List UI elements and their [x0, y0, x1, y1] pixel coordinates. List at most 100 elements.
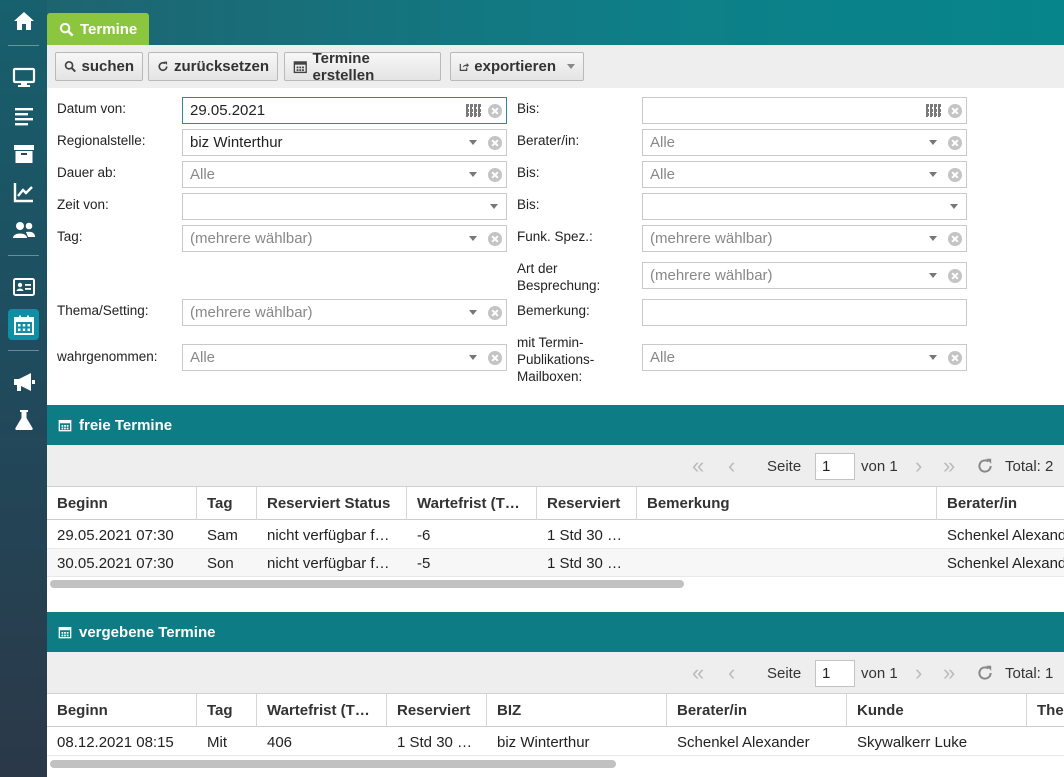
- duration-from-select[interactable]: Alle: [182, 161, 507, 188]
- free-appointments-header: freie Termine: [47, 405, 1064, 445]
- calendar-icon[interactable]: [8, 309, 39, 340]
- remark-input[interactable]: [642, 299, 967, 326]
- refresh-icon[interactable]: [976, 652, 994, 694]
- chart-line-icon[interactable]: [8, 176, 39, 207]
- cell-tag: Sam: [207, 526, 238, 544]
- col-bemerkung[interactable]: Bemerkung: [637, 487, 937, 520]
- clear-icon[interactable]: [948, 162, 962, 187]
- refresh-icon: [158, 61, 168, 72]
- horizontal-scrollbar[interactable]: [50, 760, 616, 768]
- clear-icon[interactable]: [948, 130, 962, 155]
- col-berater[interactable]: Berater/in: [937, 487, 1064, 520]
- sidebar: [0, 0, 47, 777]
- time-to-select[interactable]: [642, 193, 967, 220]
- regionalstelle-select[interactable]: biz Winterthur: [182, 129, 507, 156]
- time-from-select[interactable]: [182, 193, 507, 220]
- chevron-down-icon[interactable]: [469, 226, 477, 251]
- col-biz[interactable]: BIZ: [487, 694, 667, 727]
- page-of-label: von 1: [861, 664, 898, 682]
- calendar-grid-icon[interactable]: [926, 98, 941, 123]
- duration-to-select[interactable]: Alle: [642, 161, 967, 188]
- list-icon[interactable]: [8, 100, 39, 131]
- clear-icon[interactable]: [488, 162, 502, 187]
- table-row[interactable]: 08.12.2021 08:15 Mit 406 1 Std 30 … biz …: [47, 728, 1064, 756]
- create-appointments-button[interactable]: Termine erstellen: [284, 50, 441, 84]
- clear-icon[interactable]: [948, 345, 962, 370]
- clear-icon[interactable]: [488, 98, 502, 123]
- calendar-grid-icon[interactable]: [466, 98, 481, 123]
- col-reserviert[interactable]: Reserviert: [537, 487, 637, 520]
- archive-icon[interactable]: [8, 138, 39, 169]
- meeting-type-value: (mehrere wählbar): [650, 267, 773, 284]
- page-number-input[interactable]: 1: [815, 660, 855, 687]
- chevron-down-icon[interactable]: [469, 345, 477, 370]
- search-icon: [59, 22, 74, 36]
- chevron-down-icon[interactable]: [929, 263, 937, 288]
- next-page-icon[interactable]: ›: [915, 652, 922, 694]
- col-kunde[interactable]: Kunde: [847, 694, 1027, 727]
- mailbox-select[interactable]: Alle: [642, 344, 967, 371]
- search-button[interactable]: suchen: [55, 52, 143, 81]
- chevron-down-icon[interactable]: [469, 300, 477, 325]
- monitor-icon[interactable]: [8, 61, 39, 92]
- col-beginn[interactable]: Beginn: [47, 694, 197, 727]
- chevron-down-icon[interactable]: [490, 194, 498, 219]
- tab-termine[interactable]: Termine: [47, 13, 150, 45]
- chevron-down-icon[interactable]: [469, 162, 477, 187]
- col-tag[interactable]: Tag: [197, 487, 257, 520]
- col-reserved-status[interactable]: Reserviert Status: [257, 487, 407, 520]
- first-page-icon[interactable]: «: [692, 445, 704, 487]
- chevron-down-icon[interactable]: [929, 345, 937, 370]
- chevron-down-icon[interactable]: [929, 162, 937, 187]
- calendar-icon: [293, 61, 307, 74]
- reset-button[interactable]: zurücksetzen: [148, 52, 278, 81]
- prev-page-icon[interactable]: ‹: [728, 445, 735, 487]
- clear-icon[interactable]: [948, 98, 962, 123]
- col-wartefrist[interactable]: Wartefrist (T…: [257, 694, 387, 727]
- megaphone-icon[interactable]: [8, 366, 39, 397]
- col-thema[interactable]: Thema: [1027, 694, 1064, 727]
- col-berater[interactable]: Berater/in: [667, 694, 847, 727]
- table-row[interactable]: 30.05.2021 07:30 Son nicht verfügbar f… …: [47, 549, 1064, 577]
- topic-select[interactable]: (mehrere wählbar): [182, 299, 507, 326]
- first-page-icon[interactable]: «: [692, 652, 704, 694]
- day-select[interactable]: (mehrere wählbar): [182, 225, 507, 252]
- search-button-label: suchen: [81, 58, 134, 75]
- meeting-type-select[interactable]: (mehrere wählbar): [642, 262, 967, 289]
- home-icon[interactable]: [8, 5, 39, 36]
- flask-icon[interactable]: [8, 404, 39, 435]
- chevron-down-icon[interactable]: [469, 130, 477, 155]
- clear-icon[interactable]: [488, 226, 502, 251]
- function-spec-select[interactable]: (mehrere wählbar): [642, 225, 967, 252]
- cell-wartefrist: -5: [417, 554, 431, 572]
- col-tag[interactable]: Tag: [197, 694, 257, 727]
- col-wartefrist[interactable]: Wartefrist (T…: [407, 487, 537, 520]
- page-number-input[interactable]: 1: [815, 453, 855, 480]
- chevron-down-icon[interactable]: [950, 194, 958, 219]
- clear-icon[interactable]: [488, 345, 502, 370]
- chevron-down-icon[interactable]: [929, 226, 937, 251]
- clear-icon[interactable]: [488, 300, 502, 325]
- clear-icon[interactable]: [948, 263, 962, 288]
- col-reserviert[interactable]: Reserviert: [387, 694, 487, 727]
- clear-icon[interactable]: [948, 226, 962, 251]
- next-page-icon[interactable]: ›: [915, 445, 922, 487]
- chevron-down-icon[interactable]: [929, 130, 937, 155]
- date-from-field[interactable]: 29.05.2021: [182, 97, 507, 124]
- table-row[interactable]: 29.05.2021 07:30 Sam nicht verfügbar f… …: [47, 521, 1064, 549]
- users-icon[interactable]: [8, 214, 39, 245]
- date-to-field[interactable]: [642, 97, 967, 124]
- col-beginn[interactable]: Beginn: [47, 487, 197, 520]
- prev-page-icon[interactable]: ‹: [728, 652, 735, 694]
- export-button[interactable]: exportieren: [450, 52, 584, 81]
- id-card-icon[interactable]: [8, 271, 39, 302]
- duration-from-value: Alle: [190, 166, 216, 183]
- horizontal-scrollbar[interactable]: [50, 580, 684, 588]
- topic-value: (mehrere wählbar): [190, 304, 313, 321]
- attended-select[interactable]: Alle: [182, 344, 507, 371]
- advisor-select[interactable]: Alle: [642, 129, 967, 156]
- clear-icon[interactable]: [488, 130, 502, 155]
- last-page-icon[interactable]: »: [943, 445, 955, 487]
- last-page-icon[interactable]: »: [943, 652, 955, 694]
- refresh-icon[interactable]: [976, 445, 994, 487]
